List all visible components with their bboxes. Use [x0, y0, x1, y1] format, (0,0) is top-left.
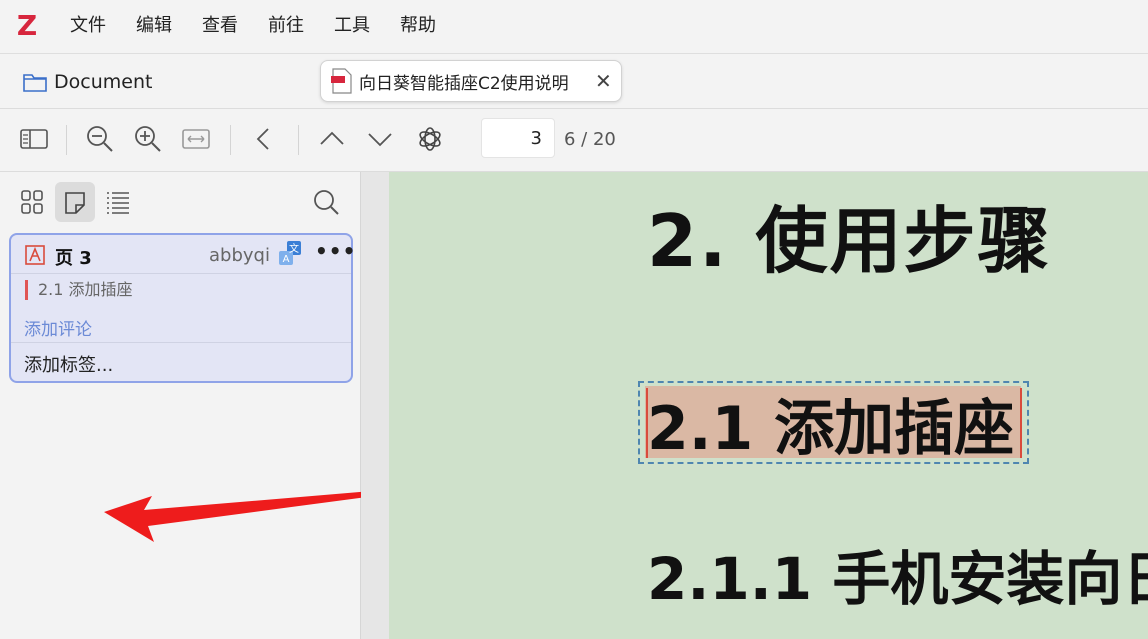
folder-icon: [23, 74, 47, 92]
toolbar-separator: [66, 125, 67, 155]
annotation-card[interactable]: 页 3 abbyqi 文 A ••• 2.1 添加插座 添加评论 添加标签...: [9, 233, 355, 383]
menu-bar: Z 文件 编辑 查看 前往 工具 帮助: [0, 0, 1148, 54]
tab-library-label: Document: [54, 71, 153, 93]
annotation-page-label: 页 3: [55, 248, 92, 269]
page-count: 6 / 20: [564, 129, 616, 150]
annotation-header: 页 3 abbyqi 文 A •••: [11, 235, 355, 274]
card-divider: [11, 342, 351, 343]
svg-text:A: A: [283, 254, 290, 265]
annotations-icon[interactable]: [55, 182, 95, 222]
page-number-input[interactable]: 3: [481, 118, 555, 158]
reader-toolbar: 3 6 / 20: [0, 109, 1148, 172]
thumbnails-icon[interactable]: [12, 182, 52, 222]
menu-go[interactable]: 前往: [268, 14, 304, 38]
pdf-file-icon: [331, 68, 352, 94]
pdf-page: 2. 使用步骤 2.1 添加插座 2.1.1 手机安装向日葵: [389, 172, 1148, 639]
menu-view[interactable]: 查看: [202, 14, 238, 38]
heading-usage-steps: 2. 使用步骤: [647, 199, 1052, 283]
translate-icon[interactable]: 文 A: [279, 241, 303, 267]
menu-help[interactable]: 帮助: [400, 14, 436, 38]
heading-install-app: 2.1.1 手机安装向日葵: [647, 545, 1148, 613]
pdf-viewer: 2. 使用步骤 2.1 添加插座 2.1.1 手机安装向日葵: [361, 172, 1148, 639]
menu-tools[interactable]: 工具: [334, 14, 370, 38]
toolbar-separator: [298, 125, 299, 155]
svg-text:文: 文: [289, 242, 299, 255]
annotation-sidebar: 页 3 abbyqi 文 A ••• 2.1 添加插座 添加评论 添加标签...: [0, 172, 480, 639]
fit-width-icon[interactable]: [180, 123, 212, 155]
toolbar-separator: [230, 125, 231, 155]
zoom-out-icon[interactable]: [84, 123, 116, 155]
prev-page-icon[interactable]: [316, 123, 348, 155]
add-tags-button[interactable]: 添加标签...: [24, 351, 113, 377]
next-page-icon[interactable]: [364, 123, 396, 155]
back-icon[interactable]: [248, 123, 280, 155]
outline-icon[interactable]: [98, 182, 138, 222]
sidebar-toggle-icon[interactable]: [18, 123, 50, 155]
zotero-logo: Z: [16, 9, 38, 42]
selected-annotation-outline: [638, 381, 1029, 464]
add-comment-field[interactable]: 添加评论: [24, 315, 92, 340]
annotation-text: 2.1 添加插座: [25, 280, 133, 300]
tab-document[interactable]: 向日葵智能插座C2使用说明 ✕: [320, 60, 622, 102]
tab-bar: Document 向日葵智能插座C2使用说明 ✕: [0, 54, 1148, 109]
more-options-icon[interactable]: •••: [315, 239, 356, 263]
zoom-in-icon[interactable]: [132, 123, 164, 155]
close-tab-icon[interactable]: ✕: [595, 71, 612, 91]
menu-file[interactable]: 文件: [70, 14, 106, 38]
menu-edit[interactable]: 编辑: [136, 14, 172, 38]
highlight-type-icon: [25, 245, 45, 265]
search-icon[interactable]: [306, 182, 346, 222]
tab-document-title: 向日葵智能插座C2使用说明: [359, 73, 569, 94]
tab-library[interactable]: Document: [22, 68, 152, 96]
annotation-author: abbyqi: [209, 245, 270, 266]
ai-assistant-icon[interactable]: [414, 123, 446, 155]
